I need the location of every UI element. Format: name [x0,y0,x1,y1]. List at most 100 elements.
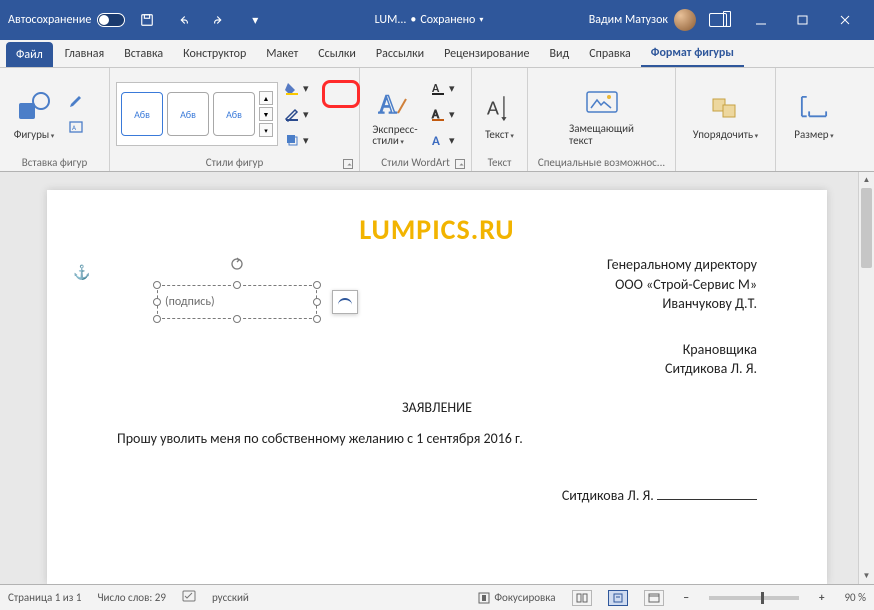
rotate-handle[interactable] [230,257,244,271]
text-outline-button[interactable]: A▾ [426,103,459,125]
scroll-down-button[interactable]: ▼ [859,568,874,584]
wordart-icon: A [378,87,412,121]
status-bar: Страница 1 из 1 Число слов: 29 русский Ф… [0,584,874,610]
wordart-styles-button[interactable]: A Экспресс- стили [366,77,424,151]
qat-more-button[interactable]: ▾ [241,6,269,34]
group-size: Размер [776,68,852,171]
tab-insert[interactable]: Вставка [114,40,173,67]
shape-style-3[interactable]: Абв [213,92,255,136]
resize-handle-tm[interactable] [233,281,241,289]
ribbon-options-icon [709,13,727,27]
window-titlebar: Автосохранение ▾ LUM... • Сохранено ▾ Ва… [0,0,874,40]
zoom-out-button[interactable]: − [680,591,693,604]
shape-style-gallery[interactable]: Абв Абв Абв ▲ ▼ ▾ [116,82,278,146]
draw-textbox-button[interactable]: A [64,116,88,138]
empty-label-1 [682,156,769,171]
shape-styles-launcher[interactable] [343,159,353,169]
close-button[interactable] [824,0,866,40]
minimize-button[interactable] [740,0,782,40]
edit-shape-button[interactable] [64,90,88,112]
scroll-thumb[interactable] [861,188,872,268]
shape-effects-button[interactable]: ▾ [280,129,313,151]
anchor-icon[interactable]: ⚓ [73,264,90,281]
shapes-label: Фигуры [14,128,55,141]
shape-fill-button[interactable]: ▾ [280,77,313,99]
undo-button[interactable] [169,6,197,34]
tab-file[interactable]: Файл [6,42,53,67]
gallery-down-button[interactable]: ▼ [259,107,273,121]
resize-handle-tr[interactable] [313,281,321,289]
gallery-up-button[interactable]: ▲ [259,91,273,105]
tab-view[interactable]: Вид [539,40,579,67]
vertical-scrollbar[interactable]: ▲ ▼ [858,172,874,584]
layout-options-button[interactable] [332,290,358,314]
autosave-toggle[interactable]: Автосохранение [8,13,125,27]
text-effects-button[interactable]: A▾ [426,129,459,151]
focus-label: Фокусировка [494,591,555,604]
tab-design[interactable]: Конструктор [173,40,256,67]
doc-name: LUM... [375,13,407,27]
tab-help[interactable]: Справка [579,40,641,67]
tab-shape-format[interactable]: Формат фигуры [641,40,744,67]
group-label-insert-shapes: Вставка фигур [6,156,103,171]
status-words[interactable]: Число слов: 29 [97,591,166,604]
document-area[interactable]: LUMPICS.RU ⚓ Генеральному директору ООО … [0,172,874,584]
tab-layout[interactable]: Макет [256,40,308,67]
ribbon-display-options-button[interactable] [704,6,732,34]
tab-references[interactable]: Ссылки [308,40,366,67]
alt-text-button[interactable]: Замещающий текст [557,77,647,151]
status-page[interactable]: Страница 1 из 1 [8,591,81,604]
zoom-slider[interactable] [709,596,799,600]
shape-style-1[interactable]: Абв [121,92,163,136]
gallery-more-button[interactable]: ▾ [259,123,273,137]
document-caption: ЗАЯВЛЕНИЕ [117,399,757,416]
text-tools-button[interactable]: A Текст [478,77,521,151]
user-account-button[interactable]: Вадим Матузок [589,9,696,31]
focus-mode-button[interactable]: Фокусировка [478,591,555,604]
shape-style-2[interactable]: Абв [167,92,209,136]
resize-handle-bl[interactable] [153,315,161,323]
sig-line-graphic [657,499,757,500]
save-state-label: Сохранено [420,13,475,27]
text-btn-label: Текст [485,128,514,141]
resize-handle-br[interactable] [313,315,321,323]
resize-handle-ml[interactable] [153,298,161,306]
alt-text-label: Замещающий текст [569,123,634,146]
save-button[interactable] [133,6,161,34]
arrange-button[interactable]: Упорядочить [686,77,766,151]
tab-home[interactable]: Главная [55,40,114,67]
zoom-level[interactable]: 90 % [844,591,866,604]
selected-textbox-shape[interactable]: (подпись) [157,285,317,319]
shapes-gallery-button[interactable]: Фигуры [6,77,62,151]
text-fill-button[interactable]: A▾ [426,77,459,99]
proofing-icon[interactable] [182,589,196,606]
svg-text:A: A [486,95,499,121]
zoom-slider-knob[interactable] [761,592,764,604]
to-line-1: Генеральному директору [117,255,757,275]
view-print-button[interactable] [608,590,628,606]
group-label-shape-styles: Стили фигур [116,156,353,171]
wordart-launcher[interactable] [455,159,465,169]
autosave-label: Автосохранение [8,13,91,27]
watermark: LUMPICS.RU [117,212,757,247]
resize-handle-mr[interactable] [313,298,321,306]
tab-review[interactable]: Рецензирование [434,40,539,67]
status-language[interactable]: русский [212,591,249,604]
ribbon-tabs: Файл Главная Вставка Конструктор Макет С… [0,40,874,68]
shape-outline-button[interactable]: ▾ [280,103,313,125]
redo-button[interactable] [205,6,233,34]
maximize-button[interactable] [782,0,824,40]
scroll-track[interactable] [859,188,874,568]
resize-handle-tl[interactable] [153,281,161,289]
scroll-up-button[interactable]: ▲ [859,172,874,188]
view-read-button[interactable] [572,590,592,606]
view-web-button[interactable] [644,590,664,606]
sender-block: Крановщика Ситдикова Л. Я. [117,340,757,379]
tab-mailings[interactable]: Рассылки [366,40,434,67]
zoom-in-button[interactable]: + [815,591,828,604]
resize-handle-bm[interactable] [233,315,241,323]
document-body: Прошу уволить меня по собственному желан… [117,430,757,447]
group-text: A Текст Текст [472,68,528,171]
size-button[interactable]: Размер [786,77,842,151]
group-label-wordart: Стили WordArt [366,156,465,171]
